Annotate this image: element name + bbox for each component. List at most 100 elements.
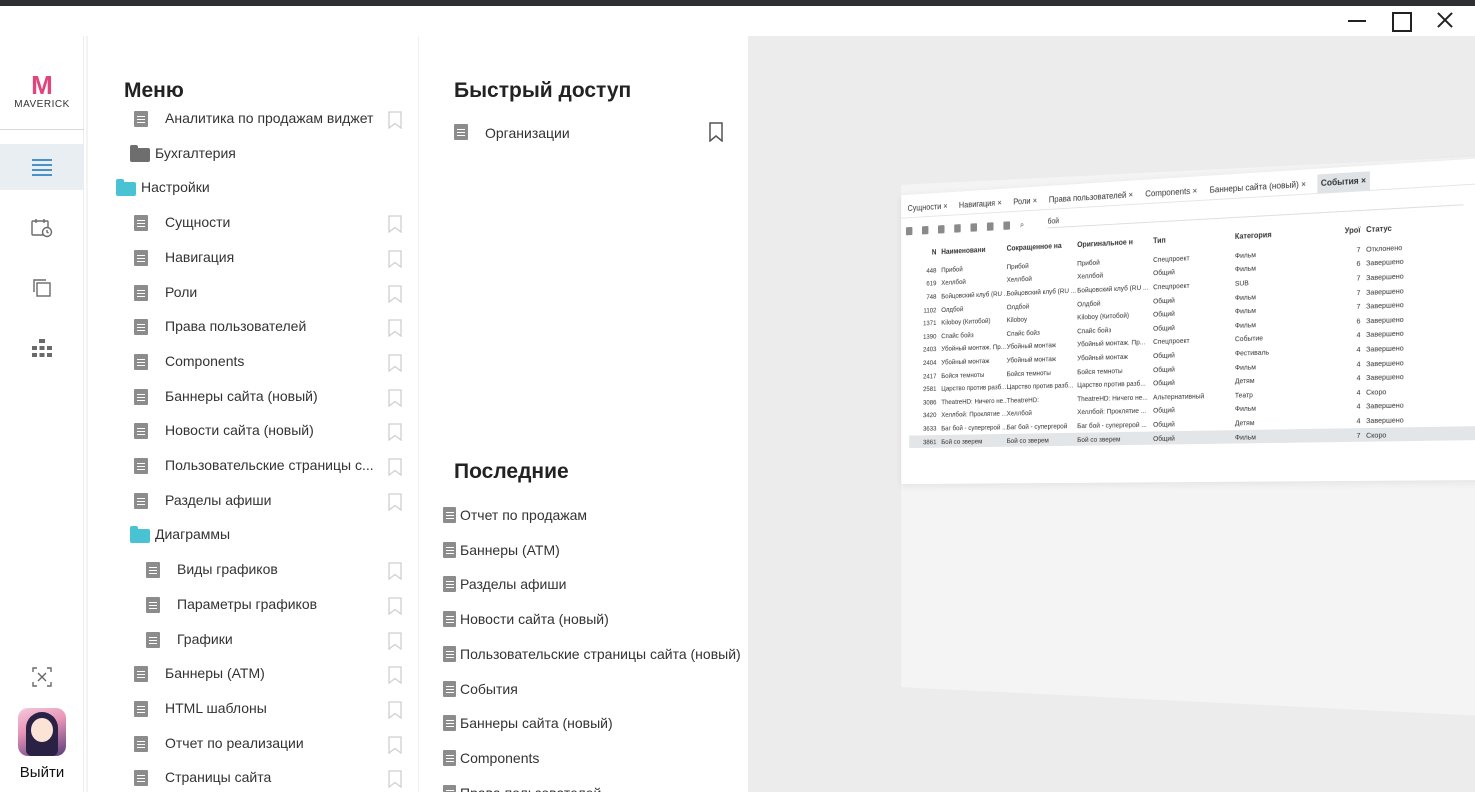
- menu-item[interactable]: Навигация: [88, 243, 418, 273]
- document-icon: [443, 576, 456, 593]
- bookmark-icon[interactable]: [388, 493, 402, 516]
- menu-item[interactable]: HTML шаблоны: [88, 694, 418, 724]
- menu-item[interactable]: Графики: [88, 625, 418, 655]
- bookmark-icon[interactable]: [388, 284, 402, 308]
- preview-tab[interactable]: Components ×: [1144, 186, 1199, 204]
- maximize-button[interactable]: [1391, 10, 1412, 32]
- folder-icon: [130, 144, 150, 162]
- quick-access-panel: Быстрый доступ Организации Последние Отч…: [418, 36, 748, 792]
- menu-title: Меню: [124, 79, 184, 102]
- menu-item[interactable]: Роли: [88, 278, 418, 308]
- column-header[interactable]: Тип: [1153, 232, 1235, 244]
- bookmark-icon[interactable]: [388, 631, 402, 655]
- table-cell: 3086: [923, 397, 937, 407]
- minimize-button[interactable]: [1347, 10, 1367, 30]
- rail-menu-button[interactable]: [0, 144, 84, 190]
- menu-item-label: Диаграммы: [155, 526, 231, 543]
- bookmark-icon[interactable]: [388, 354, 402, 377]
- recent-item[interactable]: Права пользователей: [443, 782, 743, 792]
- preview-tab[interactable]: Роли ×: [1012, 196, 1039, 211]
- menu-item[interactable]: Права пользователей: [88, 312, 418, 342]
- table-cell: Хеллбой: [1006, 408, 1032, 418]
- layers-icon[interactable]: [986, 221, 994, 231]
- recent-item[interactable]: Новости сайта (новый): [443, 608, 743, 632]
- bookmark-icon[interactable]: [388, 423, 402, 446]
- table-cell: Фильм: [1234, 306, 1257, 316]
- column-header[interactable]: Статус: [1366, 221, 1443, 233]
- column-header[interactable]: Сокращенное на: [1007, 240, 1078, 252]
- rail-windows-button[interactable]: [0, 265, 84, 311]
- menu-item[interactable]: Отчет по реализации: [88, 729, 418, 759]
- edit-icon[interactable]: [938, 224, 945, 234]
- rail-orgchart-button[interactable]: [0, 325, 84, 371]
- maverick-logo[interactable]: M MAVERICK: [8, 72, 76, 110]
- table-cell: 2581: [923, 384, 937, 394]
- bookmark-icon[interactable]: [388, 770, 402, 792]
- preview-tab[interactable]: Навигация ×: [957, 198, 1003, 214]
- table-cell: TheatreHD: Ничего не...: [941, 396, 1007, 406]
- recent-item[interactable]: Баннеры (ATM): [443, 539, 743, 563]
- menu-item[interactable]: Страницы сайта: [88, 763, 418, 792]
- bookmark-icon[interactable]: [388, 701, 402, 724]
- menu-item[interactable]: Бухгалтерия: [88, 139, 418, 169]
- menu-item[interactable]: Пользовательские страницы с...: [88, 451, 418, 481]
- add-icon[interactable]: [905, 226, 913, 235]
- menu-item[interactable]: Разделы афиши: [88, 486, 418, 516]
- preview-tab[interactable]: Баннеры сайта (новый) ×: [1208, 179, 1308, 199]
- recent-item[interactable]: Баннеры сайта (новый): [443, 712, 743, 736]
- table-cell: Прибой: [1006, 261, 1029, 271]
- recent-item[interactable]: Пользовательские страницы сайта (новый): [443, 643, 743, 667]
- bookmark-icon[interactable]: [388, 597, 402, 620]
- menu-item[interactable]: Баннеры (ATM): [88, 659, 418, 689]
- rail-clear-selection-button[interactable]: [0, 654, 84, 700]
- table-icon[interactable]: [970, 222, 978, 232]
- bookmark-icon[interactable]: [388, 111, 402, 134]
- bookmark-icon[interactable]: [388, 666, 402, 689]
- rail-calendar-button[interactable]: [0, 205, 84, 251]
- delete-icon[interactable]: [954, 223, 961, 233]
- preview-tab[interactable]: События ×: [1317, 171, 1370, 194]
- avatar[interactable]: [18, 708, 66, 756]
- column-header[interactable]: Оригинальное н: [1077, 236, 1153, 248]
- column-header[interactable]: Наименовани: [941, 244, 1006, 255]
- bookmark-icon[interactable]: [388, 250, 402, 273]
- menu-item[interactable]: Виды графиков: [88, 555, 418, 585]
- table-cell: Фильм: [1234, 250, 1257, 260]
- recent-item[interactable]: Отчет по продажам: [443, 504, 743, 528]
- column-header[interactable]: Урої: [1323, 225, 1366, 236]
- menu-item[interactable]: Настройки: [88, 173, 418, 203]
- column-header[interactable]: Категория: [1235, 227, 1323, 241]
- bookmark-icon[interactable]: [388, 562, 402, 585]
- menu-item[interactable]: Параметры графиков: [88, 590, 418, 620]
- menu-item[interactable]: Диаграммы: [88, 520, 418, 550]
- bookmark-icon[interactable]: [388, 458, 402, 481]
- table-cell: Фильм: [1234, 362, 1257, 372]
- exit-label[interactable]: Выйти: [0, 764, 84, 781]
- document-icon: [146, 596, 160, 613]
- bookmark-icon[interactable]: [708, 122, 724, 147]
- table-cell: SUB: [1234, 278, 1249, 288]
- menu-item[interactable]: Новости сайта (новый): [88, 416, 418, 446]
- recent-item[interactable]: События: [443, 678, 743, 702]
- quick-access-item[interactable]: Организации: [454, 122, 729, 146]
- table-cell: Завершено: [1366, 271, 1404, 283]
- bookmark-icon[interactable]: [388, 319, 402, 342]
- recent-item-label: Баннеры сайта (новый): [460, 715, 613, 732]
- preview-tab[interactable]: Сущности ×: [906, 201, 949, 217]
- recent-item[interactable]: Components: [443, 747, 743, 771]
- bookmark-icon[interactable]: [388, 388, 402, 412]
- download-icon[interactable]: [1003, 220, 1010, 230]
- column-header[interactable]: N: [909, 247, 941, 257]
- menu-item-label: Настройки: [141, 179, 210, 196]
- menu-item[interactable]: Аналитика по продажам виджет: [88, 104, 418, 134]
- menu-item[interactable]: Сущности: [88, 208, 418, 238]
- menu-item[interactable]: Components: [88, 347, 418, 377]
- bookmark-icon[interactable]: [388, 735, 402, 759]
- copy-icon[interactable]: [921, 225, 929, 235]
- recent-item[interactable]: Разделы афиши: [443, 573, 743, 597]
- exit-block[interactable]: Выйти: [0, 708, 84, 781]
- preview-tab[interactable]: Права пользователей ×: [1047, 190, 1135, 209]
- close-button[interactable]: [1435, 10, 1455, 30]
- bookmark-icon[interactable]: [388, 215, 402, 238]
- menu-item[interactable]: Баннеры сайта (новый): [88, 382, 418, 412]
